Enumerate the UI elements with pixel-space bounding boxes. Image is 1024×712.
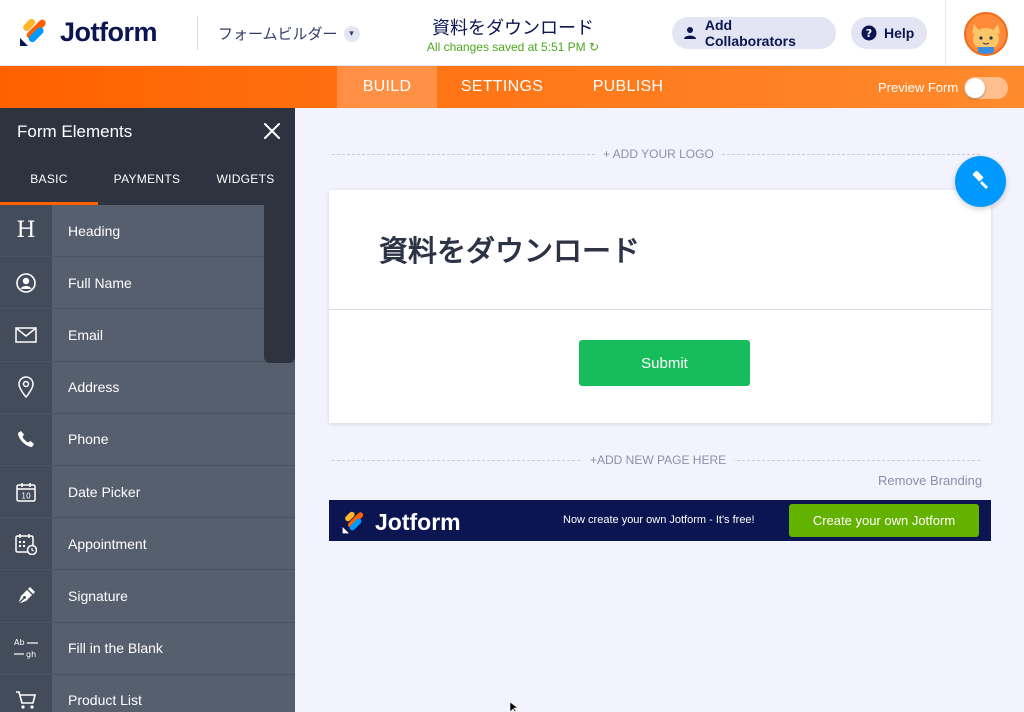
jotform-logo-icon: [342, 511, 364, 533]
save-status-text: All changes saved at 5:51 PM: [426, 40, 586, 54]
element-address[interactable]: Address: [0, 361, 295, 414]
panel-scrollbar[interactable]: [264, 205, 295, 363]
element-email[interactable]: Email: [0, 309, 295, 362]
heading-icon: H: [0, 205, 52, 257]
form-card: 資料をダウンロード Submit: [329, 190, 991, 423]
appointment-icon: [0, 518, 52, 570]
question-icon: ?: [861, 25, 877, 41]
panel-title: Form Elements: [17, 122, 133, 141]
form-designer-button[interactable]: [955, 156, 1006, 207]
paint-roller-icon: [972, 170, 988, 189]
panel-header: Form Elements: [0, 108, 295, 154]
help-button[interactable]: ? Help: [851, 17, 927, 49]
user-icon: [682, 25, 698, 41]
element-label: Full Name: [68, 274, 132, 291]
pen-icon: [0, 570, 52, 622]
banner-text: Now create your own Jotform - It's free!: [563, 514, 755, 526]
refresh-icon: ↻: [589, 40, 600, 54]
avatar[interactable]: [964, 12, 1008, 56]
envelope-icon: [0, 309, 52, 361]
top-bar: Jotform フォームビルダー ▾ 資料をダウンロード All changes…: [0, 0, 1024, 66]
element-label: Heading: [68, 222, 121, 239]
element-label: Fill in the Blank: [68, 640, 163, 657]
phone-icon: [0, 413, 52, 465]
element-label: Product List: [68, 692, 142, 709]
form-heading[interactable]: 資料をダウンロード: [379, 228, 640, 270]
svg-text:?: ?: [866, 27, 872, 40]
jotform-logo-icon: [20, 18, 46, 46]
builder-nav: BUILD SETTINGS PUBLISH Preview Form: [0, 66, 1024, 108]
preview-form-label: Preview Form: [878, 80, 959, 95]
close-icon[interactable]: [262, 121, 282, 141]
tab-widgets[interactable]: WIDGETS: [196, 154, 295, 205]
calendar-day: 10: [21, 491, 31, 500]
tab-publish[interactable]: PUBLISH: [580, 66, 676, 108]
chevron-down-icon: ▾: [343, 25, 360, 42]
element-label: Date Picker: [68, 483, 141, 500]
element-product-list[interactable]: Product List: [0, 674, 295, 712]
element-appointment[interactable]: Appointment: [0, 518, 295, 571]
remove-branding-link[interactable]: Remove Branding: [878, 473, 982, 488]
tab-build[interactable]: BUILD: [337, 66, 437, 108]
save-status: All changes saved at 5:51 PM ↻: [398, 40, 628, 54]
element-fill-blank[interactable]: Ab gh Fill in the Blank: [0, 622, 295, 675]
toggle-knob: [965, 78, 985, 98]
create-jotform-button[interactable]: Create your own Jotform: [789, 504, 979, 537]
cart-icon: [0, 674, 52, 712]
tab-payments[interactable]: PAYMENTS: [98, 154, 196, 205]
element-label: Appointment: [68, 535, 147, 552]
element-heading[interactable]: H Heading: [0, 205, 295, 258]
header-divider: [197, 16, 198, 50]
form-separator: [329, 309, 991, 310]
fill-blank-bottom: gh: [26, 650, 36, 659]
preview-form-toggle[interactable]: [964, 77, 1008, 99]
jotform-logo[interactable]: Jotform: [18, 17, 158, 48]
cat-avatar-icon: [972, 24, 1000, 54]
help-label: Help: [884, 25, 915, 41]
add-collaborators-button[interactable]: Add Collaborators: [672, 17, 836, 49]
tab-basic[interactable]: BASIC: [0, 154, 98, 205]
add-collaborators-label: Add Collaborators: [704, 17, 796, 49]
element-signature[interactable]: Signature: [0, 570, 295, 623]
elements-list: H Heading Full Name Email Address Phone …: [0, 205, 295, 712]
tab-settings[interactable]: SETTINGS: [451, 66, 553, 108]
logo-text: Jotform: [60, 17, 158, 47]
element-label: Phone: [68, 431, 109, 448]
element-label: Signature: [68, 587, 128, 604]
element-full-name[interactable]: Full Name: [0, 257, 295, 310]
submit-button[interactable]: Submit: [579, 340, 750, 386]
map-pin-icon: [0, 361, 52, 413]
mouse-cursor-icon: [510, 702, 519, 712]
user-circle-icon: [0, 257, 52, 309]
header-divider-right: [945, 0, 946, 66]
builder-dropdown[interactable]: フォームビルダー ▾: [218, 23, 360, 44]
fill-blank-icon: Ab gh: [0, 622, 52, 674]
banner-logo-text: Jotform: [375, 509, 461, 535]
form-elements-panel: Form Elements BASIC PAYMENTS WIDGETS H H…: [0, 108, 295, 712]
element-date-picker[interactable]: 10 Date Picker: [0, 465, 295, 519]
element-phone[interactable]: Phone: [0, 413, 295, 466]
element-label: Address: [68, 379, 120, 396]
panel-tabs: BASIC PAYMENTS WIDGETS: [0, 154, 295, 205]
element-label: Email: [68, 326, 104, 343]
calendar-icon: 10: [0, 465, 52, 518]
branding-banner: Jotform Now create your own Jotform - It…: [329, 500, 991, 541]
banner-logo[interactable]: Jotform: [341, 509, 461, 536]
fill-blank-top: Ab: [14, 638, 25, 647]
builder-label: フォームビルダー: [218, 26, 338, 43]
add-page-link[interactable]: +ADD NEW PAGE HERE: [582, 453, 735, 467]
add-logo-link[interactable]: + ADD YOUR LOGO: [595, 147, 722, 161]
form-title[interactable]: 資料をダウンロード: [398, 14, 628, 40]
